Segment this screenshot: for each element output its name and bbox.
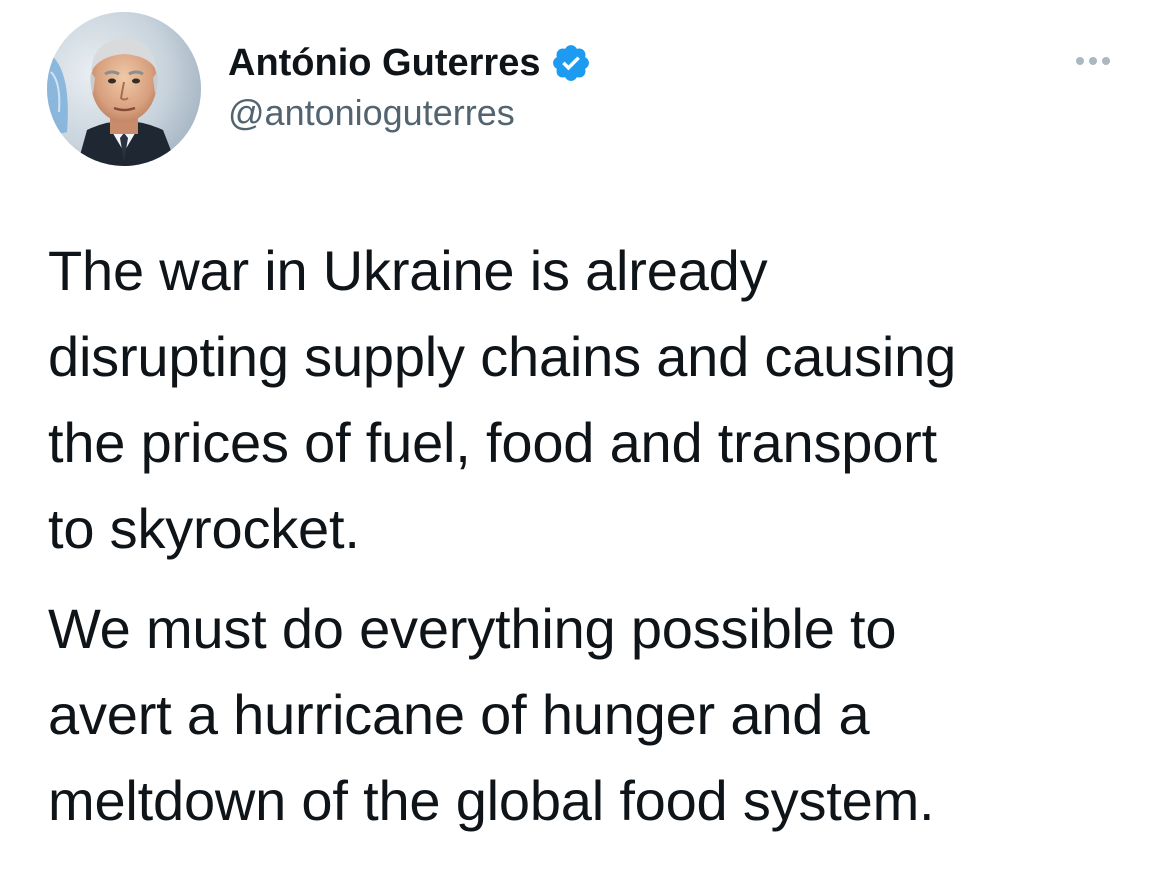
verified-badge-icon	[550, 42, 592, 84]
tweet-paragraph-1: The war in Ukraine is already disrupting…	[48, 228, 1138, 572]
profile-photo	[47, 12, 201, 166]
more-dot	[1076, 57, 1084, 65]
author-handle[interactable]: @antonioguterres	[228, 92, 592, 134]
tweet-paragraph-2: We must do everything possible to avert …	[48, 586, 1138, 844]
tweet-header: António Guterres @antonioguterres	[228, 40, 592, 134]
author-avatar[interactable]	[47, 12, 201, 166]
tweet-line: We must do everything possible to	[48, 597, 897, 660]
more-dot	[1102, 57, 1110, 65]
tweet-line: meltdown of the global food system.	[48, 769, 935, 832]
tweet-line: The war in Ukraine is already	[48, 239, 768, 302]
tweet-text: The war in Ukraine is already disrupting…	[48, 228, 1138, 844]
tweet-line: to skyrocket.	[48, 497, 360, 560]
tweet-card: António Guterres @antonioguterres The wa…	[0, 0, 1170, 880]
author-display-name[interactable]: António Guterres	[228, 42, 540, 85]
name-row: António Guterres	[228, 40, 592, 86]
more-options-icon[interactable]	[1068, 44, 1118, 78]
more-dot	[1089, 57, 1097, 65]
tweet-line: avert a hurricane of hunger and a	[48, 683, 870, 746]
tweet-line: disrupting supply chains and causing	[48, 325, 957, 388]
tweet-line: the prices of fuel, food and transport	[48, 411, 937, 474]
